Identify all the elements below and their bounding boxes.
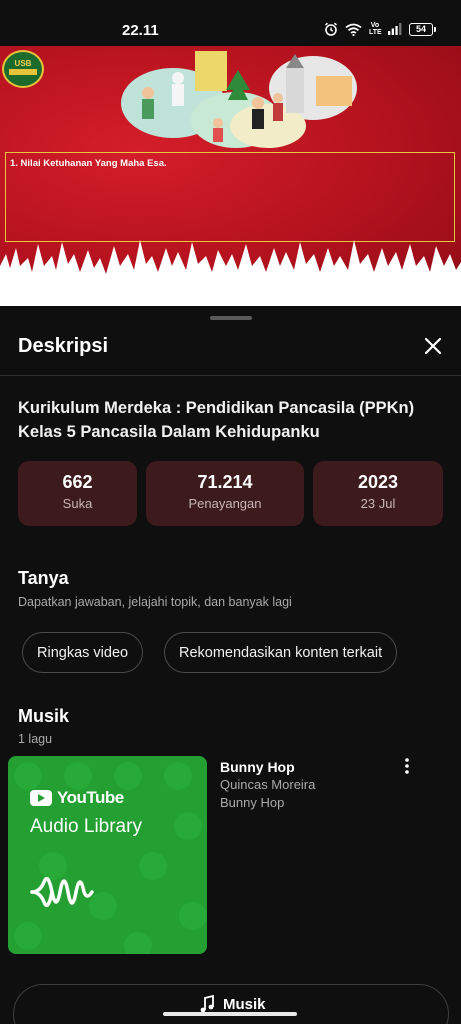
- ask-section-subtitle: Dapatkan jawaban, jelajahi topik, dan ba…: [18, 595, 292, 609]
- video-title: Kurikulum Merdeka : Pendidikan Pancasila…: [18, 399, 415, 441]
- status-icons: Vo LTE 54: [324, 22, 436, 36]
- music-note-icon: [200, 995, 214, 1013]
- music-track-count: 1 lagu: [18, 732, 53, 746]
- stat-date: 2023 23 Jul: [313, 461, 443, 526]
- stat-value: 71.214: [197, 472, 253, 492]
- svg-text:USB: USB: [15, 59, 32, 68]
- music-button[interactable]: Musik: [13, 984, 449, 1024]
- music-button-content: Musik: [198, 995, 266, 1013]
- channel-logo: USB: [2, 50, 44, 88]
- video-overlay-text: 1. Nilai Ketuhanan Yang Maha Esa.: [10, 158, 167, 169]
- status-bar: 22.11 Vo LTE 54: [0, 0, 461, 46]
- sheet-header: Deskripsi: [0, 326, 461, 376]
- battery-icon: 54: [409, 22, 436, 36]
- stat-label: Suka: [62, 496, 93, 511]
- youtube-logo: YouTube: [30, 788, 124, 808]
- stat-label: Penayangan: [188, 496, 262, 511]
- gesture-navigation-bar[interactable]: [163, 1012, 297, 1016]
- close-icon: [424, 337, 442, 355]
- crowd-silhouette: [0, 240, 461, 306]
- stat-likes: 662 Suka: [18, 461, 137, 526]
- youtube-wordmark: YouTube: [57, 788, 124, 807]
- youtube-play-icon: [30, 790, 52, 806]
- waveform-icon: [30, 876, 94, 908]
- drag-handle[interactable]: [210, 316, 252, 320]
- music-section-title: Musik: [18, 706, 70, 726]
- description-sheet: Deskripsi Kurikulum Merdeka : Pendidikan…: [0, 306, 461, 1024]
- status-time: 22.11: [122, 22, 159, 39]
- music-button-label: Musik: [223, 995, 266, 1013]
- chip-label: Rekomendasikan konten terkait: [179, 644, 383, 661]
- track-artist: Quincas Moreira: [220, 777, 316, 792]
- alarm-icon: [324, 22, 338, 36]
- more-vert-icon: [405, 758, 409, 774]
- video-player[interactable]: USB 1. Nilai Ketuhanan Yang Maha Esa.: [0, 46, 461, 306]
- stat-label: 23 Jul: [360, 496, 396, 511]
- wifi-icon: [345, 23, 362, 36]
- album-pattern: [14, 762, 207, 954]
- sheet-title: Deskripsi: [18, 335, 109, 357]
- stat-value: 662: [62, 472, 93, 492]
- stat-views: 71.214 Penayangan: [146, 461, 304, 526]
- audio-library-label: Audio Library: [30, 816, 142, 837]
- track-more-button[interactable]: [398, 756, 416, 776]
- video-text-box: 1. Nilai Ketuhanan Yang Maha Esa.: [5, 152, 455, 242]
- chip-recommend-content[interactable]: Rekomendasikan konten terkait: [164, 632, 398, 673]
- ask-section-title: Tanya: [18, 568, 69, 588]
- signal-icon: [388, 23, 402, 35]
- chip-label: Ringkas video: [37, 644, 129, 661]
- album-art[interactable]: YouTube Audio Library: [8, 756, 207, 954]
- track-album: Bunny Hop: [220, 795, 285, 810]
- close-button[interactable]: [419, 332, 447, 360]
- stat-value: 2023: [357, 472, 399, 492]
- volte-label: Vo LTE: [369, 22, 382, 36]
- battery-level: 54: [415, 24, 426, 34]
- video-illustration: [121, 51, 357, 148]
- chip-summarize-video[interactable]: Ringkas video: [22, 632, 144, 673]
- track-title[interactable]: Bunny Hop: [220, 759, 295, 775]
